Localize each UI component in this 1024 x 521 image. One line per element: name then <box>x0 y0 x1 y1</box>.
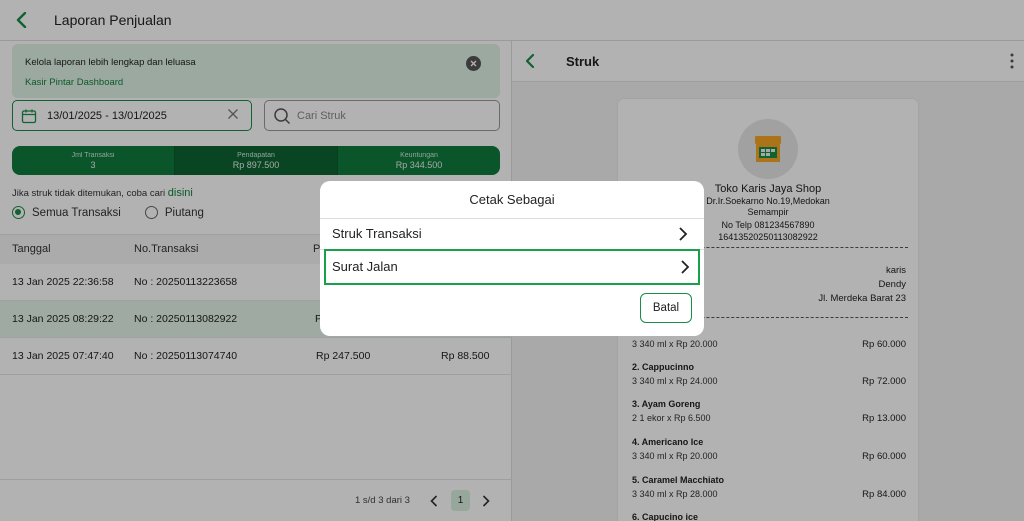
option-transaction-receipt[interactable]: Struk Transaksi <box>324 218 700 251</box>
chevron-right-icon <box>681 260 690 274</box>
cancel-button[interactable]: Batal <box>640 293 692 323</box>
chevron-right-icon <box>679 227 688 241</box>
dialog-title: Cetak Sebagai <box>469 192 555 207</box>
option-label: Surat Jalan <box>332 259 398 274</box>
print-as-dialog: Cetak Sebagai Struk Transaksi Surat Jala… <box>320 181 704 336</box>
option-delivery-note[interactable]: Surat Jalan <box>324 249 700 285</box>
option-label: Struk Transaksi <box>332 226 422 241</box>
